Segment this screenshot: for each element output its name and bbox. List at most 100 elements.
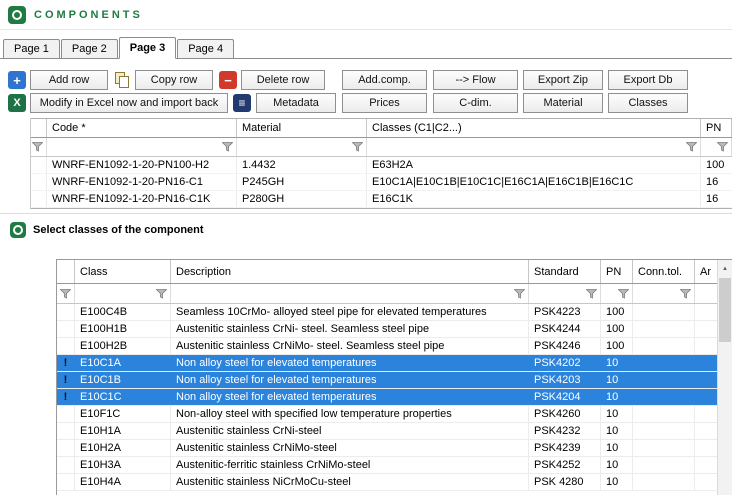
- filter-icon[interactable]: [156, 289, 167, 299]
- class-row[interactable]: E10F1C Non-alloy steel with specified lo…: [57, 406, 732, 423]
- filter-icon[interactable]: [32, 142, 43, 152]
- filter-cell-description[interactable]: [171, 284, 529, 303]
- filter-cell-indicator[interactable]: [31, 138, 47, 156]
- minus-icon[interactable]: −: [219, 71, 237, 89]
- add-row-button[interactable]: Add row: [30, 70, 108, 90]
- column-header-code[interactable]: Code *: [47, 119, 237, 137]
- plus-icon[interactable]: +: [8, 71, 26, 89]
- class-row[interactable]: ! E10C1B Non alloy steel for elevated te…: [57, 372, 732, 389]
- cell-pn: 16: [701, 191, 732, 207]
- cell-standard: PSK4260: [529, 406, 601, 422]
- cell-pn: 16: [701, 174, 732, 190]
- cell-description: Seamless 10CrMo- alloyed steel pipe for …: [171, 304, 529, 320]
- filter-icon[interactable]: [352, 142, 363, 152]
- cell-material: 1.4432: [237, 157, 367, 173]
- app-header: COMPONENTS: [0, 0, 732, 30]
- dialog-title: Select classes of the component: [33, 224, 204, 236]
- column-header-class[interactable]: Class: [75, 260, 171, 283]
- filter-icon[interactable]: [686, 142, 697, 152]
- filter-cell-indicator[interactable]: [57, 284, 75, 303]
- row-indicator: [31, 157, 47, 173]
- row-indicator-header: [57, 260, 75, 283]
- class-row[interactable]: E100C4B Seamless 10CrMo- alloyed steel p…: [57, 304, 732, 321]
- filter-cell-standard[interactable]: [529, 284, 601, 303]
- cell-code: WNRF-EN1092-1-20-PN16-C1K: [47, 191, 237, 207]
- export-zip-button[interactable]: Export Zip: [523, 70, 603, 90]
- filter-icon[interactable]: [222, 142, 233, 152]
- column-header-pn[interactable]: PN: [701, 119, 732, 137]
- class-row[interactable]: E10H4A Austenitic stainless NiCrMoCu-ste…: [57, 474, 732, 491]
- cell-conn-tol: [633, 355, 695, 371]
- copy-row-button[interactable]: Copy row: [135, 70, 213, 90]
- excel-icon[interactable]: X: [8, 94, 26, 112]
- flow-button[interactable]: --> Flow: [433, 70, 518, 90]
- page-title: COMPONENTS: [34, 9, 143, 21]
- filter-cell-code[interactable]: [47, 138, 237, 156]
- column-header-standard[interactable]: Standard: [529, 260, 601, 283]
- cell-classes: E10C1A|E10C1B|E10C1C|E16C1A|E16C1B|E16C1…: [367, 174, 701, 190]
- component-row[interactable]: WNRF-EN1092-1-20-PN100-H2 1.4432 E63H2A …: [31, 157, 732, 174]
- class-row[interactable]: E100H1B Austenitic stainless CrNi- steel…: [57, 321, 732, 338]
- cell-standard: PSK4246: [529, 338, 601, 354]
- scroll-up-icon[interactable]: ▲: [718, 260, 732, 277]
- filter-icon[interactable]: [514, 289, 525, 299]
- metadata-button[interactable]: Metadata: [256, 93, 336, 113]
- c-dim-button[interactable]: C-dim.: [433, 93, 518, 113]
- tab-page-1[interactable]: Page 1: [3, 39, 60, 58]
- metadata-icon[interactable]: ≡: [233, 94, 251, 112]
- cell-pn: 100: [701, 157, 732, 173]
- tab-page-4[interactable]: Page 4: [177, 39, 234, 58]
- cell-standard: PSK4244: [529, 321, 601, 337]
- prices-button[interactable]: Prices: [342, 93, 427, 113]
- filter-cell-conn-tol[interactable]: [633, 284, 695, 303]
- cell-pn: 10: [601, 474, 633, 490]
- filter-cell-classes[interactable]: [367, 138, 701, 156]
- export-db-button[interactable]: Export Db: [608, 70, 688, 90]
- column-header-description[interactable]: Description: [171, 260, 529, 283]
- cell-standard: PSK4239: [529, 440, 601, 456]
- vertical-scrollbar[interactable]: ▲: [717, 260, 732, 495]
- class-row[interactable]: ! E10C1A Non alloy steel for elevated te…: [57, 355, 732, 372]
- row-indicator: [31, 191, 47, 207]
- cell-class: E100C4B: [75, 304, 171, 320]
- components-grid-header: Code * Material Classes (C1|C2...) PN: [31, 118, 732, 138]
- material-button[interactable]: Material: [523, 93, 603, 113]
- app-logo-icon: [8, 6, 26, 24]
- modify-in-excel-button[interactable]: Modify in Excel now and import back: [30, 93, 228, 113]
- filter-icon[interactable]: [717, 142, 728, 152]
- filter-icon[interactable]: [586, 289, 597, 299]
- column-header-classes[interactable]: Classes (C1|C2...): [367, 119, 701, 137]
- classes-button[interactable]: Classes: [608, 93, 688, 113]
- cell-description: Austenitic stainless CrNiMo-steel: [171, 440, 529, 456]
- filter-cell-class[interactable]: [75, 284, 171, 303]
- selection-mark: [57, 423, 75, 439]
- filter-icon[interactable]: [60, 289, 71, 299]
- copy-icon[interactable]: [113, 71, 131, 89]
- delete-row-button[interactable]: Delete row: [241, 70, 325, 90]
- filter-cell-pn[interactable]: [601, 284, 633, 303]
- filter-cell-pn[interactable]: [701, 138, 732, 156]
- class-row[interactable]: E10H3A Austenitic-ferritic stainless CrN…: [57, 457, 732, 474]
- filter-cell-material[interactable]: [237, 138, 367, 156]
- class-row[interactable]: ! E10C1C Non alloy steel for elevated te…: [57, 389, 732, 406]
- filter-icon[interactable]: [680, 289, 691, 299]
- add-comp-button[interactable]: Add.comp.: [342, 70, 427, 90]
- scrollbar-thumb[interactable]: [719, 278, 731, 342]
- cell-class: E10H2A: [75, 440, 171, 456]
- column-header-conn-tol[interactable]: Conn.tol.: [633, 260, 695, 283]
- row-indicator: [31, 174, 47, 190]
- cell-conn-tol: [633, 304, 695, 320]
- component-row[interactable]: WNRF-EN1092-1-20-PN16-C1 P245GH E10C1A|E…: [31, 174, 732, 191]
- tab-page-3[interactable]: Page 3: [119, 37, 176, 59]
- tab-page-2[interactable]: Page 2: [61, 39, 118, 58]
- cell-pn: 100: [601, 321, 633, 337]
- class-row[interactable]: E10H2A Austenitic stainless CrNiMo-steel…: [57, 440, 732, 457]
- column-header-pn[interactable]: PN: [601, 260, 633, 283]
- class-row[interactable]: E100H2B Austenitic stainless CrNiMo- ste…: [57, 338, 732, 355]
- cell-material: P245GH: [237, 174, 367, 190]
- component-row[interactable]: WNRF-EN1092-1-20-PN16-C1K P280GH E16C1K …: [31, 191, 732, 208]
- selection-mark: [57, 474, 75, 490]
- column-header-material[interactable]: Material: [237, 119, 367, 137]
- class-row[interactable]: E10H1A Austenitic stainless CrNi-steel P…: [57, 423, 732, 440]
- filter-icon[interactable]: [618, 289, 629, 299]
